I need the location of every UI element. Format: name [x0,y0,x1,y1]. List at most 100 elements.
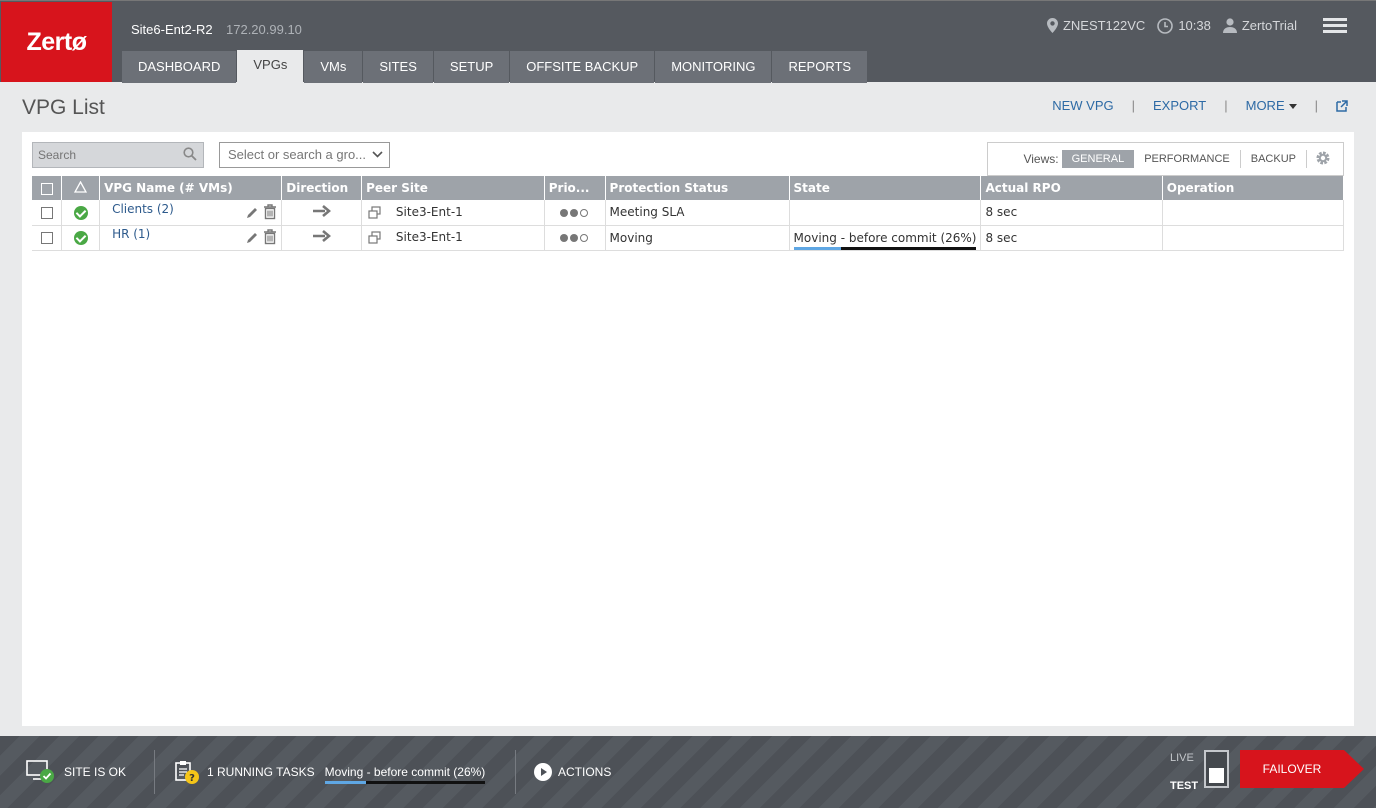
trash-icon[interactable] [263,204,277,220]
operation-cell [1162,225,1345,251]
priority-dot [569,208,578,217]
site-icon [368,231,381,244]
tab-monitoring[interactable]: MONITORING [655,51,772,83]
state-cell: Moving - before commit (26%) [789,225,982,251]
task-progress-fill [324,781,367,784]
search-input[interactable] [33,143,173,167]
view-performance-button[interactable]: PERFORMANCE [1134,150,1241,168]
priority-dot [569,234,578,242]
toggle-knob[interactable] [1209,768,1224,783]
edit-pencil-icon[interactable] [245,206,259,220]
alert-column-header[interactable] [61,176,101,200]
column-peer-site[interactable]: Peer Site [361,176,545,200]
vpg-table: VPG Name (# VMs) Direction Peer Site Pri… [32,176,1345,251]
priority-indicator [544,225,606,251]
column-priority[interactable]: Prio... [544,176,606,200]
user-icon [1222,18,1237,33]
tab-setup[interactable]: SETUP [433,51,510,83]
state-progress-fill [793,246,842,250]
protection-status-cell: Moving [605,225,790,251]
column-operation[interactable]: Operation [1162,176,1345,200]
priority-dot [579,234,588,242]
site-name: Site6-Ent2-R2 [131,22,213,37]
user-menu[interactable]: ZertoTrial [1222,18,1297,33]
site-status[interactable]: SITE IS OK [26,736,126,808]
column-protection-status[interactable]: Protection Status [605,176,790,200]
clock-time: 10:38 [1178,18,1211,33]
header-status: ZNEST122VC 10:38 ZertoTrial [1046,15,1376,36]
monitor-check-icon [26,760,54,783]
view-general-button[interactable]: GENERAL [1061,150,1135,168]
tab-vms[interactable]: VMs [304,51,363,83]
row-checkbox[interactable] [40,206,53,219]
running-tasks[interactable]: ? 1 RUNNING TASKS Moving - before commit… [174,736,486,808]
status-ok-icon [73,230,88,245]
column-actual-rpo[interactable]: Actual RPO [980,176,1163,200]
group-select-placeholder: Select or search a gro... [228,147,367,162]
row-checkbox[interactable] [40,232,53,244]
page-title: VPG List [22,96,105,119]
hamburger-menu-icon[interactable] [1323,15,1347,36]
priority-dot [579,208,588,217]
failover-button[interactable]: FAILOVER [1240,750,1364,788]
divider: | [1314,98,1318,113]
clipboard-question-icon: ? [175,761,199,784]
column-state[interactable]: State [789,176,982,200]
divider: | [1131,98,1135,113]
vpg-name-cell: HR (1) [99,225,283,251]
search-icon[interactable] [183,147,197,161]
trash-icon[interactable] [263,229,277,245]
live-test-labels: LIVE TEST [1170,752,1198,792]
live-test-toggle[interactable] [1204,750,1229,788]
priority-dot [559,234,568,242]
new-vpg-link[interactable]: NEW VPG [1052,98,1113,113]
column-direction[interactable]: Direction [281,176,363,200]
peer-site-cell: Site3-Ent-1 [361,225,545,251]
user-name: ZertoTrial [1241,18,1297,33]
location-indicator[interactable]: ZNEST122VC [1046,18,1145,33]
state-text: Moving - before commit (26%) [793,230,977,245]
vpg-name-link[interactable]: HR (1) [112,227,150,241]
search-box[interactable] [32,142,204,168]
caret-down-icon [1288,104,1297,110]
group-select[interactable]: Select or search a gro... [219,142,390,168]
gear-icon[interactable] [1307,150,1343,169]
svg-text:?: ? [189,773,195,784]
tab-sites[interactable]: SITES [363,51,433,83]
views-switcher: Views: GENERAL PERFORMANCE BACKUP [987,142,1344,176]
popout-icon[interactable] [1336,99,1348,112]
select-all-checkbox[interactable] [40,182,53,195]
site-icon [368,205,381,219]
edit-pencil-icon[interactable] [245,231,259,245]
rpo-cell: 8 sec [980,225,1163,251]
site-ip: 172.20.99.10 [226,22,302,37]
arrow-right-icon [312,204,331,217]
tab-reports[interactable]: REPORTS [772,51,868,83]
vpg-name-link[interactable]: Clients (2) [112,202,174,216]
table-row[interactable]: Clients (2) Site3-Ent-1 Meeting SLA 8 se… [32,200,1345,226]
column-vpg-name[interactable]: VPG Name (# VMs) [99,176,283,200]
view-backup-button[interactable]: BACKUP [1241,150,1307,168]
task-progress[interactable]: Moving - before commit (26%) [324,765,486,784]
task-progress-text: Moving - before commit (26%) [324,765,486,779]
task-progress-bar [324,781,486,784]
tab-offsite-backup[interactable]: OFFSITE BACKUP [510,51,655,83]
operation-cell [1162,200,1345,226]
clock-icon [1157,17,1174,34]
running-tasks-label: 1 RUNNING TASKS [207,765,315,779]
divider [154,750,155,794]
peer-site-name: Site3-Ent-1 [395,205,463,219]
zerto-logo[interactable]: Zertø [1,2,112,82]
site-status-label: SITE IS OK [64,765,127,779]
play-circle-icon [534,763,552,781]
peer-site-cell: Site3-Ent-1 [361,200,545,226]
table-row[interactable]: HR (1) Site3-Ent-1 Moving Moving - befor… [32,225,1345,251]
actions-button[interactable]: ACTIONS [534,736,611,808]
divider: | [1224,98,1228,113]
more-menu[interactable]: MORE [1246,98,1297,113]
tab-vpgs[interactable]: VPGs [237,50,304,82]
vpg-list-panel: Select or search a gro... Views: GENERAL… [22,132,1354,726]
tab-dashboard[interactable]: DASHBOARD [122,51,237,83]
divider [515,750,516,794]
export-link[interactable]: EXPORT [1153,98,1206,113]
